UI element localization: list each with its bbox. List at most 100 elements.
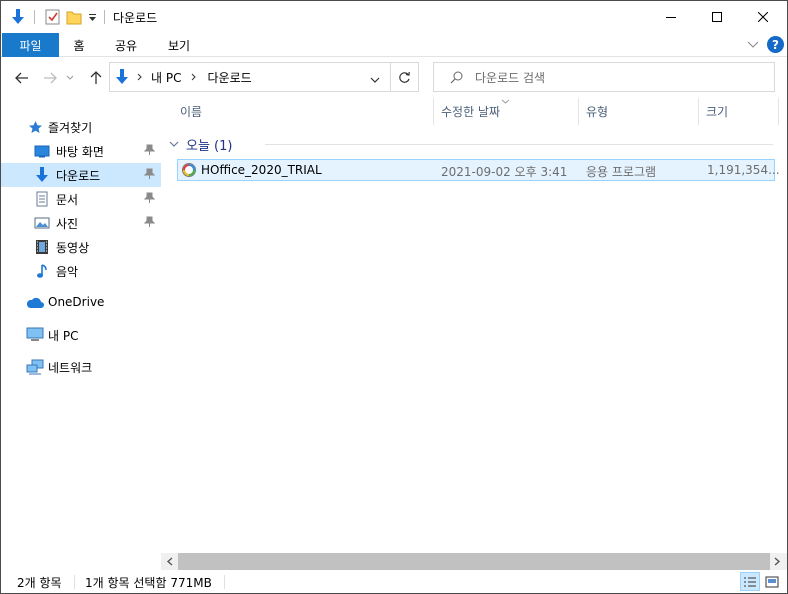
file-type: 응용 프로그램	[586, 165, 657, 179]
tab-home[interactable]: 홈	[65, 33, 93, 57]
nav-label: 동영상	[56, 241, 90, 255]
desktop-icon	[34, 145, 50, 158]
maximize-icon	[712, 11, 722, 22]
nav-label: 즐겨찾기	[48, 121, 93, 135]
tab-share[interactable]: 공유	[105, 33, 147, 57]
nav-label: 다운로드	[56, 169, 101, 183]
tab-view[interactable]: 보기	[159, 33, 199, 57]
nav-item-documents[interactable]: 문서	[1, 187, 161, 211]
nav-item-desktop[interactable]: 바탕 화면	[1, 139, 161, 163]
network-icon	[26, 359, 44, 375]
expand-ribbon-icon[interactable]	[747, 38, 759, 53]
search-placeholder: 다운로드 검색	[475, 70, 546, 85]
file-name: HOffice_2020_TRIAL	[201, 163, 322, 177]
window-title: 다운로드	[113, 11, 158, 25]
back-button[interactable]	[11, 67, 33, 89]
column-header-name[interactable]: 이름	[180, 98, 430, 125]
hoffice-app-icon	[182, 163, 196, 177]
file-size: 1,191,354...	[707, 163, 780, 177]
tab-file[interactable]: 파일	[2, 33, 59, 57]
sort-indicator-icon	[501, 99, 510, 104]
large-icons-view-icon	[765, 576, 779, 587]
chevron-down-icon	[169, 141, 179, 147]
scrollbar-thumb[interactable]	[178, 553, 770, 570]
nav-label: 바탕 화면	[56, 145, 104, 159]
pin-icon[interactable]	[144, 144, 155, 156]
group-header-today[interactable]: 오늘 (1)	[169, 134, 232, 154]
nav-item-music[interactable]: 음악	[1, 259, 161, 283]
refresh-icon	[399, 71, 410, 83]
nav-label: 사진	[56, 217, 79, 231]
address-dropdown-icon[interactable]	[370, 73, 380, 87]
up-button[interactable]	[85, 67, 107, 89]
minimize-icon	[666, 16, 676, 18]
large-icons-view-button[interactable]	[762, 572, 782, 591]
nav-network[interactable]: 네트워크	[1, 355, 161, 379]
column-header-size[interactable]: 크기	[706, 98, 776, 125]
maximize-button[interactable]	[694, 1, 740, 32]
breadcrumb-separator-icon[interactable]	[191, 73, 197, 81]
item-count: 2개 항목	[17, 576, 62, 590]
download-folder-icon	[114, 68, 130, 86]
help-button[interactable]: ?	[767, 36, 784, 53]
address-toolbar: 내 PC 다운로드 다운로드 검색	[1, 58, 787, 98]
details-view-icon	[744, 577, 756, 586]
breadcrumb-downloads[interactable]: 다운로드	[207, 69, 251, 86]
up-arrow-icon	[90, 71, 102, 84]
breadcrumb-separator-icon[interactable]	[137, 73, 143, 81]
forward-button[interactable]	[39, 67, 61, 89]
nav-label: 음악	[56, 265, 79, 279]
download-folder-icon	[7, 1, 29, 33]
pin-icon[interactable]	[144, 168, 155, 180]
document-icon	[36, 191, 48, 207]
chevron-down-icon	[66, 75, 74, 80]
recent-locations-button[interactable]	[63, 67, 77, 89]
nav-label: 문서	[56, 193, 79, 207]
details-view-button[interactable]	[740, 572, 760, 591]
nav-this-pc[interactable]: 내 PC	[1, 323, 161, 347]
nav-onedrive[interactable]: OneDrive	[1, 291, 161, 315]
nav-label: 네트워크	[48, 361, 93, 375]
breadcrumb-this-pc[interactable]: 내 PC	[151, 69, 181, 86]
pictures-icon	[34, 217, 50, 229]
search-icon	[450, 71, 463, 83]
refresh-button[interactable]	[391, 62, 419, 92]
pin-icon[interactable]	[144, 192, 155, 204]
scroll-left-icon[interactable]	[166, 557, 173, 566]
star-icon	[29, 121, 42, 133]
back-arrow-icon	[15, 72, 28, 84]
customize-toolbar-icon[interactable]	[85, 1, 99, 33]
title-bar: 다운로드	[1, 1, 787, 33]
table-row[interactable]: HOffice_2020_TRIAL 2021-09-02 오후 3:41 응용…	[177, 159, 780, 181]
cloud-icon	[26, 297, 44, 308]
file-list: 이름 수정한 날짜 유형 크기 오늘 (1) HOffice_2020_TRIA…	[161, 98, 787, 570]
new-folder-icon[interactable]	[63, 1, 85, 33]
status-bar: 2개 항목 1개 항목 선택함 771MB	[1, 570, 787, 593]
download-folder-icon	[36, 167, 48, 182]
nav-label: 내 PC	[48, 329, 79, 343]
music-note-icon	[37, 264, 47, 278]
nav-label: OneDrive	[48, 295, 105, 309]
selection-info: 1개 항목 선택함 771MB	[85, 576, 212, 590]
minimize-button[interactable]	[648, 1, 694, 32]
nav-item-downloads[interactable]: 다운로드	[1, 163, 161, 187]
nav-quick-access[interactable]: 즐겨찾기	[1, 115, 161, 139]
computer-icon	[26, 327, 44, 341]
address-bar[interactable]: 내 PC 다운로드	[109, 62, 391, 92]
navigation-pane: 즐겨찾기 바탕 화면 다운로드 문서 사진 동영상 음악 OneDrive 내 …	[1, 98, 161, 570]
search-box[interactable]: 다운로드 검색	[433, 62, 775, 92]
forward-arrow-icon	[44, 72, 57, 84]
close-icon	[758, 11, 768, 22]
pin-icon[interactable]	[144, 216, 155, 228]
properties-icon[interactable]	[41, 1, 63, 33]
close-button[interactable]	[740, 1, 786, 32]
column-header-type[interactable]: 유형	[586, 98, 696, 125]
video-icon	[36, 240, 48, 254]
ribbon-tabs: 파일 홈 공유 보기 ?	[1, 33, 787, 57]
horizontal-scrollbar[interactable]	[161, 553, 787, 570]
scroll-right-icon[interactable]	[774, 557, 781, 566]
nav-item-pictures[interactable]: 사진	[1, 211, 161, 235]
nav-item-videos[interactable]: 동영상	[1, 235, 161, 259]
explorer-window: 다운로드 파일 홈 공유 보기 ? 내 PC 다운로드 다운로드 검색 즐겨찾기…	[0, 0, 788, 594]
file-modified: 2021-09-02 오후 3:41	[441, 165, 568, 179]
